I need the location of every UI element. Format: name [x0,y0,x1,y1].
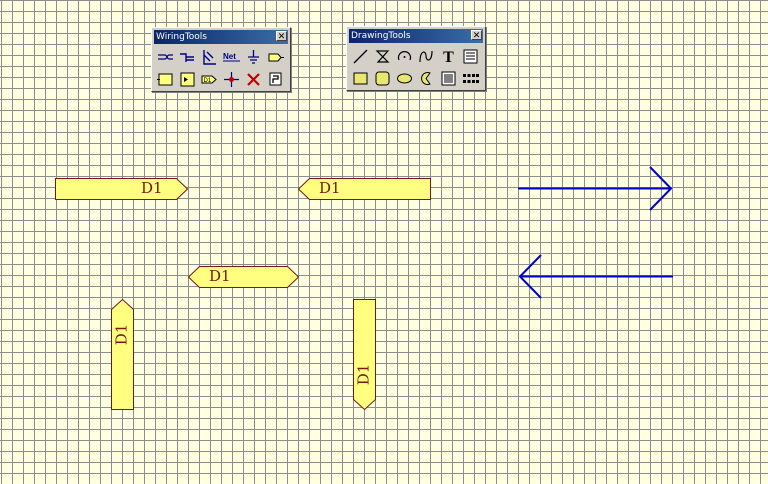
paste-array-icon[interactable] [459,67,481,89]
port-label: D1 [209,267,231,285]
pie-icon[interactable] [415,67,437,89]
bus-entry-icon[interactable] [198,46,220,68]
no-erc-icon[interactable] [242,68,264,90]
part-icon-label: D1 [203,78,211,84]
port-d1-right[interactable]: D1 [55,178,188,200]
rounded-rectangle-icon[interactable] [371,67,393,89]
sheet-entry-icon[interactable] [176,68,198,90]
close-icon[interactable]: ✕ [276,31,287,42]
wiring-tools-title-bar[interactable]: WiringTools ✕ [154,30,288,44]
text-icon-glyph: T [443,49,454,65]
junction-icon[interactable] [220,68,242,90]
port-d1-down[interactable]: D1 [353,299,376,410]
port-icon[interactable] [264,46,286,68]
port-label: D1 [319,179,341,197]
sheet-symbol-icon[interactable] [154,68,176,90]
text-icon[interactable]: T [437,45,459,67]
drawing-tools-title: DrawingTools [351,31,411,41]
drawing-tools-palette: DrawingTools ✕ T [346,26,486,91]
bus-icon[interactable] [176,46,198,68]
port-label: D1 [354,363,373,386]
text-frame-icon[interactable] [459,45,481,67]
arrow-left[interactable] [516,253,676,301]
ground-power-icon[interactable] [242,46,264,68]
line-icon[interactable] [349,45,371,67]
arrow-right[interactable] [516,165,676,213]
wiring-tools-palette: WiringTools ✕ Net D1 [151,27,291,92]
port-label: D1 [112,323,131,346]
port-d1-up[interactable]: D1 [111,299,134,410]
part-icon[interactable]: D1 [198,68,220,90]
wire-icon[interactable] [154,46,176,68]
net-label-text: Net [223,52,236,61]
graphic-icon[interactable] [437,67,459,89]
port-label: D1 [141,179,163,197]
port-d1-bidirectional[interactable]: D1 [188,266,299,288]
ellipse-icon[interactable] [393,67,415,89]
rectangle-icon[interactable] [349,67,371,89]
net-label-icon[interactable]: Net [220,46,242,68]
bezier-icon[interactable] [415,45,437,67]
wiring-tools-title: WiringTools [156,32,207,42]
drawing-tools-title-bar[interactable]: DrawingTools ✕ [349,29,483,43]
pcb-layout-directive-icon[interactable] [264,68,286,90]
polygon-icon[interactable] [371,45,393,67]
arc-icon[interactable] [393,45,415,67]
close-icon[interactable]: ✕ [471,30,482,41]
port-d1-left[interactable]: D1 [298,178,431,200]
